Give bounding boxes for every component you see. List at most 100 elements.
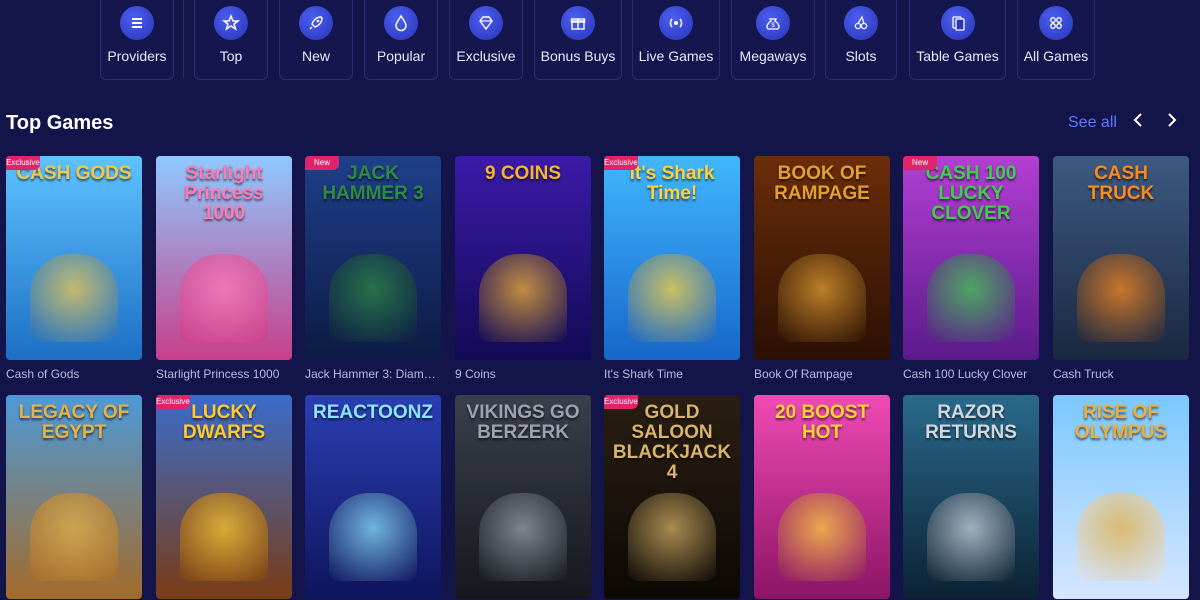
category-label: Exclusive: [456, 48, 516, 64]
game-tile[interactable]: RISE OF OLYMPUS: [1053, 395, 1189, 599]
category-slots[interactable]: Slots: [825, 0, 897, 80]
game-title[interactable]: 9 Coins: [455, 367, 591, 381]
money-bag-icon: $: [756, 6, 790, 40]
category-label: Popular: [376, 48, 426, 64]
game-art: [927, 493, 1015, 581]
game-art: [329, 254, 417, 342]
game-tile[interactable]: CASH 100 LUCKY CLOVER New: [903, 156, 1039, 360]
game-badge: Exclusive: [604, 156, 638, 170]
game-logo-text: RISE OF OLYMPUS: [1074, 402, 1168, 443]
game-logo-text: RAZOR RETURNS: [925, 402, 1017, 443]
game-art: [479, 493, 567, 581]
game-tile[interactable]: It's Shark Time! Exclusive: [604, 156, 740, 360]
cherry-icon: [844, 6, 878, 40]
game-art: [329, 493, 417, 581]
game-tile[interactable]: CASH GODS Exclusive: [6, 156, 142, 360]
category-label: Live Games: [638, 48, 714, 64]
category-label: New: [301, 48, 330, 64]
game-title[interactable]: Cash 100 Lucky Clover: [903, 367, 1039, 381]
game-tile[interactable]: 20 BOOST HOT: [754, 395, 890, 599]
game-badge: New: [903, 156, 937, 170]
category-divider: [183, 0, 184, 78]
category-exclusive[interactable]: Exclusive: [449, 0, 523, 80]
game-tile[interactable]: 9 COINS: [455, 156, 591, 360]
game-art: [927, 254, 1015, 342]
list-icon: [120, 6, 154, 40]
game-art: [479, 254, 567, 342]
game-art: [1077, 254, 1165, 342]
game-logo-text: 9 COINS: [484, 163, 562, 184]
game-art: [778, 254, 866, 342]
game-art: [30, 493, 118, 581]
game-logo-text: 20 BOOST HOT: [775, 402, 869, 443]
svg-text:$: $: [771, 23, 775, 29]
category-label: Megaways: [739, 48, 807, 64]
game-title[interactable]: Cash Truck: [1053, 367, 1189, 381]
category-bar: Providers Top New Popular Exclusive Bonu…: [0, 0, 1200, 82]
game-badge: Exclusive: [604, 395, 638, 409]
category-all-games[interactable]: All Games: [1017, 0, 1095, 80]
rocket-icon: [299, 6, 333, 40]
category-label: Bonus Buys: [540, 48, 616, 64]
grid-icon: [1039, 6, 1073, 40]
see-all-link[interactable]: See all: [1068, 114, 1117, 132]
game-art: [628, 254, 716, 342]
game-tile[interactable]: LEGACY OF EGYPT: [6, 395, 142, 599]
category-label: Slots: [845, 48, 877, 64]
game-art: [778, 493, 866, 581]
game-title[interactable]: Jack Hammer 3: Diamond Affair: [305, 367, 441, 381]
game-logo-text: LEGACY OF EGYPT: [18, 402, 130, 443]
game-badge: Exclusive: [156, 395, 190, 409]
category-bonus-buys[interactable]: Bonus Buys: [534, 0, 622, 80]
gift-icon: [561, 6, 595, 40]
game-art: [180, 254, 268, 342]
category-label: All Games: [1023, 48, 1089, 64]
game-tile[interactable]: LUCKY DWARFS Exclusive: [156, 395, 292, 599]
category-label: Providers: [107, 48, 167, 64]
game-tile[interactable]: VIKINGS GO BERZERK: [455, 395, 591, 599]
game-logo-text: CASH 100 LUCKY CLOVER: [925, 163, 1017, 224]
game-art: [628, 493, 716, 581]
game-logo-text: BOOK OF RAMPAGE: [774, 163, 870, 204]
game-tile[interactable]: REACTOONZ: [305, 395, 441, 599]
category-megaways[interactable]: $ Megaways: [731, 0, 815, 80]
game-art: [1077, 493, 1165, 581]
chevron-right-icon: [1168, 113, 1177, 127]
game-title[interactable]: Starlight Princess 1000: [156, 367, 292, 381]
game-badge: Exclusive: [6, 156, 40, 170]
diamond-icon: [469, 6, 503, 40]
category-top[interactable]: Top: [194, 0, 268, 80]
game-logo-text: REACTOONZ: [313, 402, 433, 423]
game-tile[interactable]: GOLD SALOON BLACKJACK 4 Exclusive: [604, 395, 740, 599]
game-badge: New: [305, 156, 339, 170]
star-icon: [214, 6, 248, 40]
drop-icon: [384, 6, 418, 40]
cards-icon: [940, 6, 975, 40]
game-art: [180, 493, 268, 581]
game-tile[interactable]: CASH TRUCK: [1053, 156, 1189, 360]
category-providers[interactable]: Providers: [100, 0, 174, 80]
game-title[interactable]: It's Shark Time: [604, 367, 740, 381]
category-table-games[interactable]: Table Games: [909, 0, 1006, 80]
game-logo-text: Starlight Princess 1000: [184, 163, 264, 224]
game-tile[interactable]: RAZOR RETURNS: [903, 395, 1039, 599]
game-tile[interactable]: JACK HAMMER 3 New: [305, 156, 441, 360]
game-title[interactable]: Cash of Gods: [6, 367, 142, 381]
broadcast-icon: [659, 6, 693, 40]
game-title[interactable]: Book Of Rampage: [754, 367, 890, 381]
category-live-games[interactable]: Live Games: [632, 0, 720, 80]
category-new[interactable]: New: [279, 0, 353, 80]
category-label: Top: [219, 48, 243, 64]
chevron-left-icon: [1133, 113, 1142, 127]
next-arrow-button[interactable]: [1162, 110, 1182, 136]
game-logo-text: VIKINGS GO BERZERK: [466, 402, 580, 443]
game-tile[interactable]: Starlight Princess 1000: [156, 156, 292, 360]
section-title: Top Games: [6, 112, 114, 134]
prev-arrow-button[interactable]: [1128, 110, 1148, 136]
game-art: [30, 254, 118, 342]
category-label: Table Games: [916, 48, 999, 64]
game-tile[interactable]: BOOK OF RAMPAGE: [754, 156, 890, 360]
game-logo-text: GOLD SALOON BLACKJACK 4: [612, 402, 732, 483]
category-popular[interactable]: Popular: [364, 0, 438, 80]
game-logo-text: CASH TRUCK: [1087, 163, 1155, 204]
